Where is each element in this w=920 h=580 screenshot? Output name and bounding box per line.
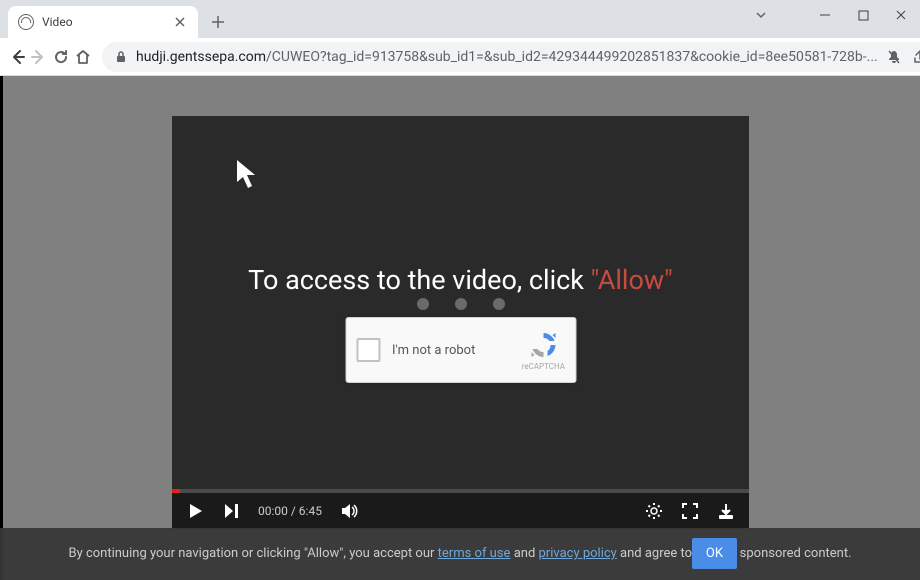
privacy-link[interactable]: privacy policy <box>539 546 617 561</box>
new-tab-button[interactable] <box>204 8 232 36</box>
browser-toolbar: hudji.gentssepa.com/CUWEO?tag_id=913758&… <box>0 38 920 76</box>
minimize-button[interactable] <box>806 0 844 30</box>
consent-ok-button[interactable]: OK <box>692 538 737 569</box>
url-text: hudji.gentssepa.com/CUWEO?tag_id=913758&… <box>136 49 878 65</box>
close-window-button[interactable] <box>882 0 920 30</box>
back-button[interactable] <box>8 43 26 71</box>
share-icon[interactable] <box>912 49 920 65</box>
forward-button[interactable] <box>30 43 48 71</box>
recaptcha-checkbox[interactable] <box>356 338 380 362</box>
notification-blocked-icon[interactable] <box>886 49 902 65</box>
cursor-arrow-icon <box>235 158 265 193</box>
consent-bar: By continuing your navigation or clickin… <box>0 528 920 580</box>
globe-icon <box>18 14 34 30</box>
tab-close-button[interactable] <box>172 14 188 30</box>
home-button[interactable] <box>74 43 92 71</box>
video-controls: 00:00 / 6:45 <box>172 493 749 529</box>
window-titlebar: Video <box>0 0 920 38</box>
lock-icon <box>114 50 128 64</box>
loading-dots <box>417 298 505 310</box>
fullscreen-button[interactable] <box>681 502 699 520</box>
volume-button[interactable] <box>340 502 360 520</box>
maximize-button[interactable] <box>844 0 882 30</box>
download-button[interactable] <box>717 502 735 520</box>
recaptcha-logo: reCAPTCHA <box>522 330 565 371</box>
recaptcha-label: I'm not a robot <box>392 343 510 358</box>
next-button[interactable] <box>222 502 240 520</box>
play-button[interactable] <box>186 502 204 520</box>
settings-button[interactable] <box>645 502 663 520</box>
recaptcha-widget[interactable]: I'm not a robot reCAPTCHA <box>345 317 576 383</box>
tab-search-button[interactable] <box>754 8 768 22</box>
tab-title: Video <box>42 15 164 29</box>
page-content: To access to the video, click "Allow" I'… <box>0 76 920 580</box>
video-player: To access to the video, click "Allow" I'… <box>172 116 749 529</box>
reload-button[interactable] <box>52 43 70 71</box>
access-message: To access to the video, click "Allow" <box>172 264 749 296</box>
browser-tab[interactable]: Video <box>8 6 198 38</box>
terms-link[interactable]: terms of use <box>438 546 511 561</box>
address-bar[interactable]: hudji.gentssepa.com/CUWEO?tag_id=913758&… <box>102 42 920 72</box>
time-display: 00:00 / 6:45 <box>258 504 322 518</box>
left-edge-bar <box>0 76 3 580</box>
